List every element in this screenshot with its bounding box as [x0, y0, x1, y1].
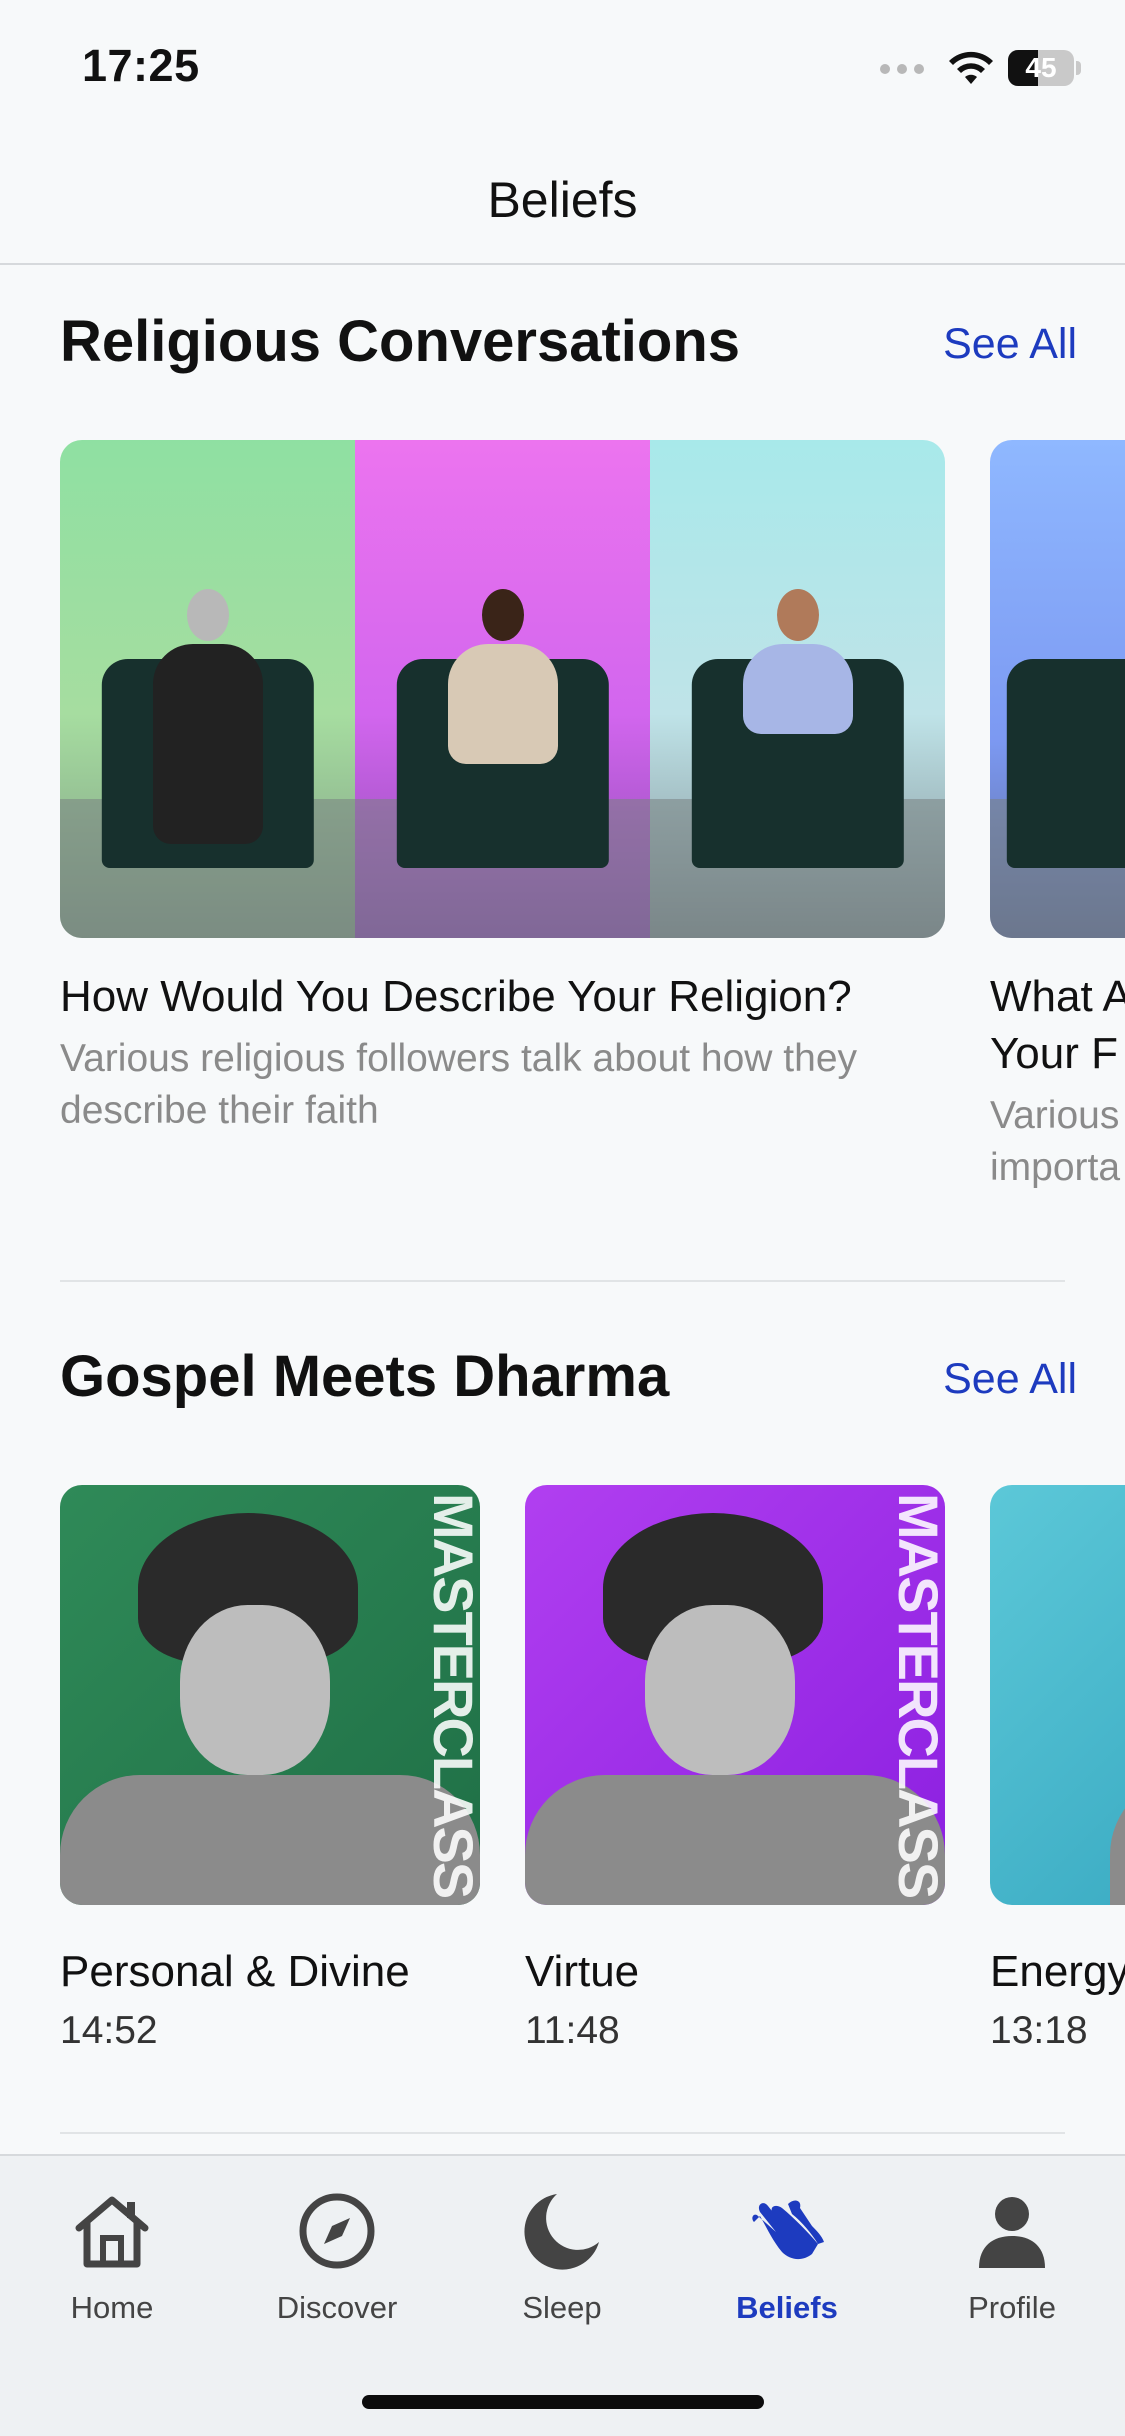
masterclass-card[interactable]: MASTERCLASS Personal & Divine 14:52 — [60, 1485, 480, 2057]
see-all-button-religious-conversations[interactable]: See All — [943, 320, 1077, 369]
tab-label: Sleep — [522, 2290, 602, 2325]
masterclass-title[interactable]: Energy — [990, 1943, 1125, 2000]
duration-label: 11:48 — [525, 2009, 620, 2053]
status-time: 17:25 — [82, 40, 200, 91]
compass-icon — [299, 2193, 375, 2269]
video-thumbnail[interactable] — [990, 440, 1125, 938]
tab-label: Profile — [968, 2290, 1056, 2325]
masterclass-thumbnail[interactable] — [990, 1485, 1125, 1905]
masterclass-thumbnail[interactable]: MASTERCLASS — [60, 1485, 480, 1905]
battery-level: 45 — [1025, 52, 1057, 83]
person-icon — [979, 2197, 1045, 2268]
video-title[interactable]: How Would You Describe Your Religion? — [60, 968, 945, 1025]
home-indicator[interactable] — [362, 2395, 764, 2409]
masterclass-card[interactable]: MASTERCLASS Virtue 11:48 — [525, 1485, 945, 2057]
video-panel — [650, 440, 945, 938]
tab-label: Beliefs — [736, 2290, 838, 2325]
nav-header: Beliefs — [0, 135, 1125, 265]
masterclass-title[interactable]: Virtue — [525, 1943, 945, 2000]
section-divider — [60, 1280, 1065, 1282]
video-panel — [60, 440, 355, 938]
tab-profile[interactable]: Profile — [912, 2186, 1112, 2326]
video-card[interactable]: What A Your F Various importa — [990, 440, 1125, 1193]
duration-label: 13:18 — [990, 2009, 1088, 2053]
tab-bar: Home Discover Sleep Beliefs Profile — [0, 2154, 1125, 2436]
masterclass-thumbnail[interactable]: MASTERCLASS — [525, 1485, 945, 1905]
video-description-line: Various — [990, 1094, 1120, 1138]
video-title-line[interactable]: What A — [990, 968, 1125, 1025]
tab-beliefs[interactable]: Beliefs — [687, 2186, 887, 2326]
section-divider — [60, 2132, 1065, 2134]
page-title: Beliefs — [487, 172, 638, 228]
tab-label: Discover — [276, 2290, 398, 2325]
tab-home[interactable]: Home — [12, 2186, 212, 2326]
video-thumbnail[interactable] — [60, 440, 945, 938]
battery-tip — [1076, 61, 1081, 75]
wifi-icon — [949, 51, 993, 84]
tab-discover[interactable]: Discover — [237, 2186, 437, 2326]
section-title-religious-conversations: Religious Conversations — [60, 309, 741, 374]
masterclass-badge: MASTERCLASS — [424, 1492, 480, 1898]
masterclass-card[interactable]: Energy 13:18 — [990, 1485, 1125, 2057]
masterclass-badge: MASTERCLASS — [889, 1492, 945, 1898]
video-panel — [355, 440, 650, 938]
masterclass-title[interactable]: Personal & Divine — [60, 1943, 480, 2000]
home-icon — [75, 2196, 149, 2268]
gospel-meets-dharma-carousel[interactable]: MASTERCLASS Personal & Divine 14:52 MAST… — [0, 1485, 1125, 2085]
video-card[interactable]: How Would You Describe Your Religion? Va… — [60, 440, 945, 1136]
status-bar: 17:25 45 — [0, 0, 1125, 135]
praying-hands-icon — [752, 2200, 824, 2260]
video-description: Various religious followers talk about h… — [60, 1037, 858, 1132]
signal-icon — [880, 64, 924, 74]
see-all-button-gospel-meets-dharma[interactable]: See All — [943, 1355, 1077, 1404]
video-description-line: importa — [990, 1145, 1121, 1189]
section-title-gospel-meets-dharma: Gospel Meets Dharma — [60, 1344, 670, 1409]
battery-icon: 45 — [1008, 50, 1074, 86]
religious-conversations-carousel[interactable]: How Would You Describe Your Religion? Va… — [0, 440, 1125, 1200]
video-title-line[interactable]: Your F — [990, 1025, 1125, 1082]
duration-label: 14:52 — [60, 2009, 158, 2053]
tab-label: Home — [70, 2290, 154, 2325]
tab-sleep[interactable]: Sleep — [462, 2186, 662, 2326]
moon-icon — [524, 2194, 599, 2270]
